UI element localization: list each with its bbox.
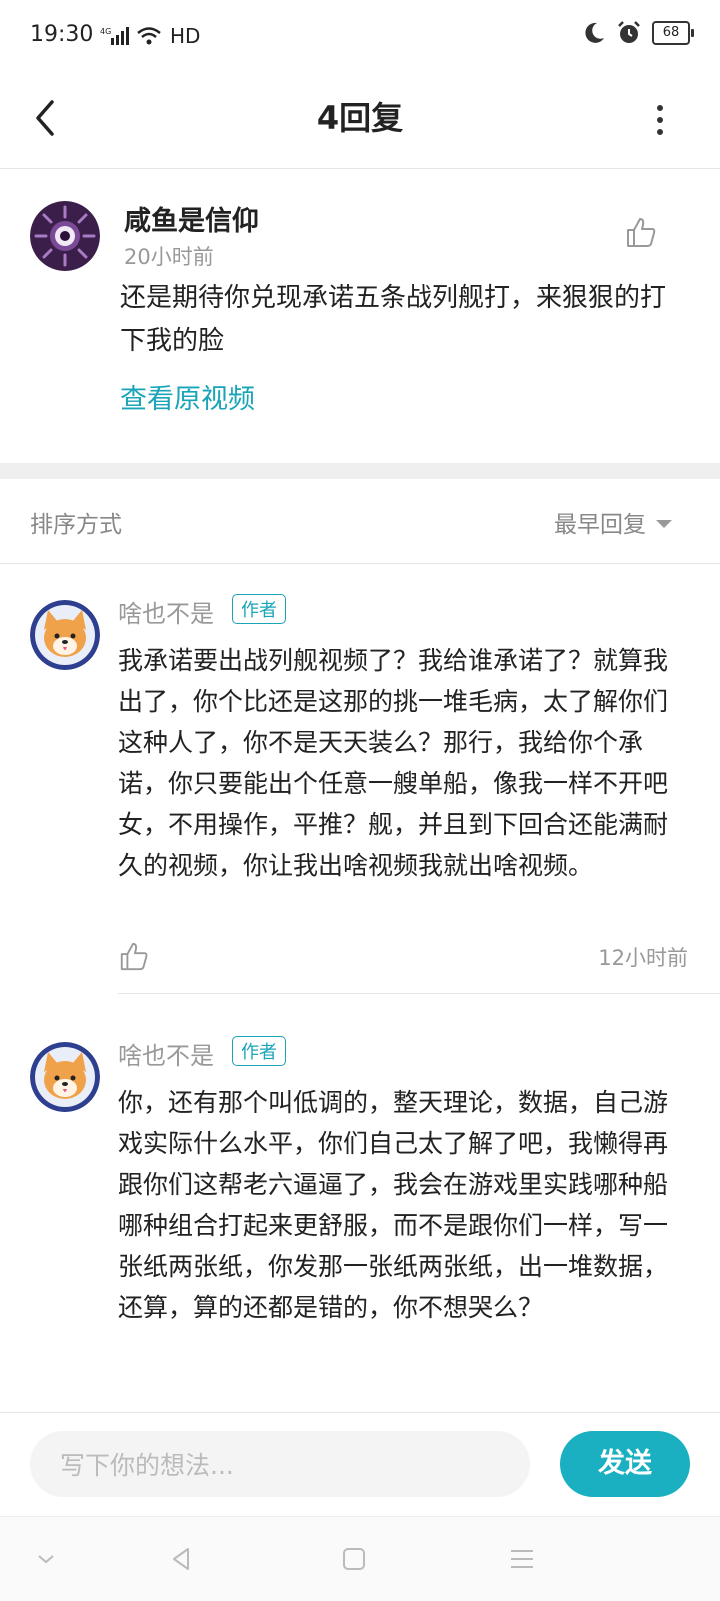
reply-author[interactable]: 啥也不是 bbox=[118, 594, 214, 629]
chevron-down-icon[interactable] bbox=[32, 1545, 60, 1573]
shiba-avatar-icon bbox=[30, 1042, 100, 1112]
reply-text: 我承诺要出战列舰视频了？我给谁承诺了？就算我出了，你个比还是这那的挑一堆毛病，太… bbox=[118, 646, 669, 880]
wifi-icon bbox=[137, 27, 161, 45]
system-nav-bar bbox=[0, 1516, 720, 1601]
reply-time: 12小时前 bbox=[598, 946, 688, 970]
sort-value: 最早回复 bbox=[554, 512, 646, 538]
comment-input[interactable]: 写下你的想法... bbox=[30, 1431, 530, 1497]
chevron-down-icon bbox=[656, 519, 672, 528]
thumbs-up-icon[interactable] bbox=[118, 940, 150, 972]
post-time: 20小时前 bbox=[124, 245, 214, 269]
post-author[interactable]: 咸鱼是信仰 bbox=[124, 199, 259, 238]
author-badge: 作者 bbox=[232, 1036, 286, 1066]
page-title: 4回复 bbox=[316, 99, 404, 137]
post-text: 还是期待你兑现承诺五条战列舰打，来狠狠的打下我的脸 bbox=[120, 283, 667, 356]
reply-divider bbox=[118, 993, 720, 994]
menu-icon[interactable] bbox=[508, 1545, 536, 1573]
back-triangle-icon[interactable] bbox=[168, 1545, 196, 1573]
status-time: 19:30 bbox=[30, 22, 94, 47]
shiba-avatar-icon bbox=[30, 600, 100, 670]
reply-item: 啥也不是 作者 我承诺要出战列舰视频了？我给谁承诺了？就算我出了，你个比还是这那… bbox=[0, 564, 720, 994]
battery-icon: 68 bbox=[652, 21, 694, 45]
section-divider bbox=[0, 463, 720, 479]
send-button[interactable]: 发送 bbox=[560, 1431, 690, 1497]
header-bar: 4回复 bbox=[0, 72, 720, 169]
reply-item: 啥也不是 作者 你，还有那个叫低调的，整天理论，数据，自己游戏实际什么水平，你们… bbox=[0, 1006, 720, 1406]
reply-text: 你，还有那个叫低调的，整天理论，数据，自己游戏实际什么水平，你们自己太了解了吧，… bbox=[118, 1088, 669, 1322]
moon-icon bbox=[585, 22, 604, 43]
status-right-icons: 68 bbox=[582, 20, 694, 46]
sort-dropdown[interactable]: 最早回复 bbox=[554, 505, 672, 539]
status-bar: 19:30 4G HD 68 bbox=[0, 0, 720, 72]
comment-composer: 写下你的想法... 发送 bbox=[0, 1412, 720, 1517]
status-left-icons: 4G HD bbox=[100, 24, 200, 48]
author-badge: 作者 bbox=[232, 594, 286, 624]
view-original-video-link[interactable]: 查看原视频 bbox=[120, 377, 255, 416]
original-comment: 咸鱼是信仰 20小时前 还是期待你兑现承诺五条战列舰打，来狠狠的打下我的脸 查看… bbox=[0, 169, 720, 463]
reply-author[interactable]: 啥也不是 bbox=[118, 1036, 214, 1071]
more-vertical-icon[interactable] bbox=[648, 96, 672, 144]
svg-text:4G: 4G bbox=[100, 27, 111, 36]
eye-avatar-icon bbox=[30, 201, 100, 271]
avatar[interactable] bbox=[30, 201, 100, 271]
home-square-icon[interactable] bbox=[340, 1545, 368, 1573]
thumbs-up-icon[interactable] bbox=[624, 215, 658, 249]
alarm-icon bbox=[618, 21, 640, 43]
avatar[interactable] bbox=[30, 1042, 100, 1112]
signal-icon: 4G bbox=[100, 27, 129, 45]
sort-label: 排序方式 bbox=[30, 512, 122, 538]
hd-indicator: HD bbox=[170, 24, 201, 48]
sort-bar: 排序方式 最早回复 bbox=[0, 479, 720, 564]
avatar[interactable] bbox=[30, 600, 100, 670]
